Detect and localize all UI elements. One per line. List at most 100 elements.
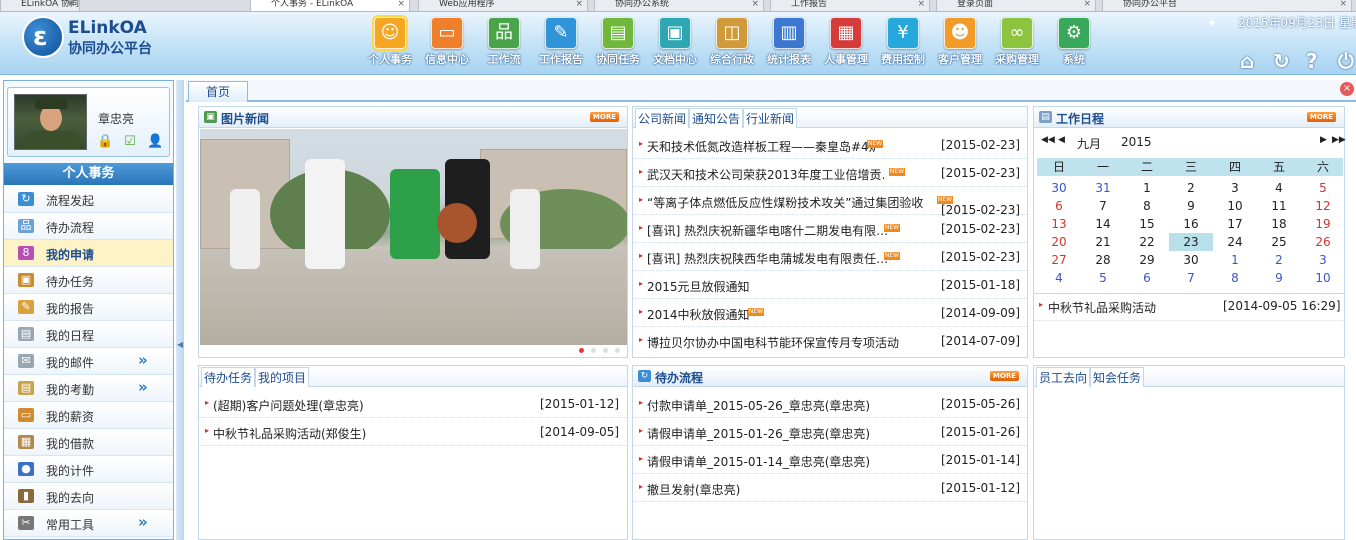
calendar-day[interactable]: 29 [1125,251,1169,269]
more-button[interactable]: MORE [1306,112,1336,122]
list-item[interactable]: ▸ 中秋节礼品采购活动 [2014-09-05 16:29] [1034,293,1344,321]
calendar-day[interactable]: 6 [1125,269,1169,287]
calendar-day[interactable]: 19 [1301,215,1345,233]
prev-month-icon[interactable]: ◀ [1058,135,1065,145]
list-item[interactable]: ▸ 请假申请单_2015-01-14_章忠亮(章忠亮) [2015-01-14] [633,446,1027,474]
slide-dot[interactable] [603,348,608,353]
calendar-day[interactable]: 4 [1257,179,1301,197]
calendar-day[interactable]: 7 [1081,197,1125,215]
tab-my-projects[interactable]: 我的项目 [255,367,310,387]
tab-company-news[interactable]: 公司新闻 [635,108,690,128]
calendar-day[interactable]: 14 [1081,215,1125,233]
user-icon[interactable]: 👤 [147,134,163,150]
tab-notify-tasks[interactable]: 知会任务 [1090,367,1145,387]
sidebar-item-my-loan[interactable]: ▦ 我的借款 [4,429,173,456]
nav-hr[interactable]: ▦ 人事管理 [818,17,874,69]
calendar-day[interactable]: 27 [1037,251,1081,269]
sidebar-item-my-salary[interactable]: ▭ 我的薪资 [4,402,173,429]
calendar-year[interactable]: 2015 [1121,135,1152,149]
calendar-day[interactable]: 3 [1213,179,1257,197]
close-icon[interactable]: × [575,0,583,9]
tab-notices[interactable]: 通知公告 [689,108,744,128]
close-icon[interactable]: × [1083,0,1091,9]
nav-doc-center[interactable]: ▣ 文档中心 [647,17,703,69]
calendar-day[interactable]: 20 [1037,233,1081,251]
nav-workflow[interactable]: 品工作流 [476,17,532,69]
list-item[interactable]: ▸ (超期)客户问题处理(章忠亮) [2015-01-12] [199,390,627,418]
help-icon[interactable]: ? [1306,49,1318,73]
expand-icon[interactable]: » [138,378,148,396]
tab-home[interactable]: 首页 [188,81,248,102]
tab-pending-tasks[interactable]: 待办任务 [201,367,256,387]
close-icon[interactable]: × [397,0,405,9]
calendar-day[interactable]: 7 [1169,269,1213,287]
calendar-day[interactable]: 21 [1081,233,1125,251]
list-item[interactable]: ▸ 博拉贝尔协办中国电科节能环保宣传月专项活动 [2014-07-09] [633,327,1027,355]
calendar-day[interactable]: 8 [1125,197,1169,215]
calendar-day[interactable]: 25 [1257,233,1301,251]
close-icon[interactable]: × [1340,82,1354,96]
sidebar-item-pending-task[interactable]: ▣ 待办任务 [4,267,173,294]
last-page-icon[interactable]: ▶▶ [1332,135,1346,145]
nav-collab-task[interactable]: ▤ 协同任务 [590,17,646,69]
nav-stat-reports[interactable]: ▥ 统计报表 [761,17,817,69]
nav-system[interactable]: ⚙ 系统 [1046,17,1102,69]
sidebar-item-my-attendance[interactable]: ▤ 我的考勤» [4,375,173,402]
calendar-day[interactable]: 17 [1213,215,1257,233]
nav-purchase[interactable]: ∞ 采购管理 [989,17,1045,69]
list-item[interactable]: ▸ 天和技术低氮改造样板工程——秦皇岛#4炉 NEW [2015-02-23] [633,131,1027,159]
calendar-day[interactable]: 10 [1301,269,1345,287]
sidebar-item-my-schedule[interactable]: ▤ 我的日程 [4,321,173,348]
next-month-icon[interactable]: ▶ [1320,135,1327,145]
calendar-day[interactable]: 9 [1257,269,1301,287]
calendar-day[interactable]: 30 [1169,251,1213,269]
list-item[interactable]: ▸ [喜讯] 热烈庆祝陕西华电蒲城发电有限责任… NEW [2015-02-23] [633,243,1027,271]
tab-staff-whereabouts[interactable]: 员工去向 [1036,367,1091,387]
nav-info-center[interactable]: ▭ 信息中心 [419,17,475,69]
news-photo[interactable] [200,129,627,345]
list-item[interactable]: ▸ 2014中秋放假通知 NEW [2014-09-09] [633,299,1027,327]
close-icon[interactable]: × [67,0,75,9]
calendar-day[interactable]: 5 [1301,179,1345,197]
calendar-day[interactable]: 30 [1037,179,1081,197]
calendar-day[interactable]: 28 [1081,251,1125,269]
browser-tab[interactable]: 协同办公平台 × [1102,0,1352,11]
browser-tab[interactable]: Web应用程序 × [418,0,588,11]
list-item[interactable]: ▸ 2015元旦放假通知 [2015-01-18] [633,271,1027,299]
list-item[interactable]: ▸ [喜讯] 热烈庆祝新疆华电喀什二期发电有限… NEW [2015-02-23] [633,215,1027,243]
home-icon[interactable]: ⌂ [1240,49,1254,73]
list-item[interactable]: ▸ 中秋节礼品采购活动(郑俊生) [2014-09-05] [199,418,627,446]
browser-tab[interactable]: 协同办公系统 × [594,0,764,11]
collapse-arrow-icon[interactable]: ◀ [177,340,183,349]
sidebar-item-my-mail[interactable]: ✉ 我的邮件» [4,348,173,375]
app-logo[interactable]: ɛ ELinkOA 协同办公平台 [22,16,192,64]
close-icon[interactable]: × [1339,0,1347,9]
sidebar-item-tools[interactable]: ✂ 常用工具» [4,510,173,537]
calendar-day[interactable]: 16 [1169,215,1213,233]
sidebar-item-my-whereabouts[interactable]: ▮ 我的去向 [4,483,173,510]
skin-icon[interactable]: ✦ [1207,16,1217,30]
calendar-day[interactable]: 8 [1213,269,1257,287]
calendar-day[interactable]: 1 [1213,251,1257,269]
sidebar-item-my-report[interactable]: ✎ 我的报告 [4,294,173,321]
calendar-day[interactable]: 2 [1169,179,1213,197]
list-item[interactable]: ▸ 付款申请单_2015-05-26_章忠亮(章忠亮) [2015-05-26] [633,390,1027,418]
nav-personal-affairs[interactable]: ☺ 个人事务 [362,15,418,69]
slide-dot[interactable] [615,348,620,353]
calendar-day[interactable]: 10 [1213,197,1257,215]
calendar-day[interactable]: 18 [1257,215,1301,233]
close-icon[interactable]: × [751,0,759,9]
calendar-day[interactable]: 11 [1257,197,1301,215]
more-button[interactable]: MORE [989,371,1019,381]
calendar-day[interactable]: 15 [1125,215,1169,233]
sidebar-item-my-count[interactable]: ● 我的计件 [4,456,173,483]
sidebar-item-pending-flow[interactable]: 品待办流程 [4,213,173,240]
close-icon[interactable]: × [917,0,925,9]
more-button[interactable]: MORE [589,112,619,122]
browser-tab[interactable]: ELinkOA 协同办公平台× [0,0,80,11]
lock-icon[interactable]: 🔒 [97,134,113,150]
calendar-day[interactable]: 1 [1125,179,1169,197]
browser-tab[interactable]: 登录页面 × [936,0,1096,11]
nav-customer[interactable]: ☻ 客户管理 [932,17,988,69]
calendar-day[interactable]: 3 [1301,251,1345,269]
